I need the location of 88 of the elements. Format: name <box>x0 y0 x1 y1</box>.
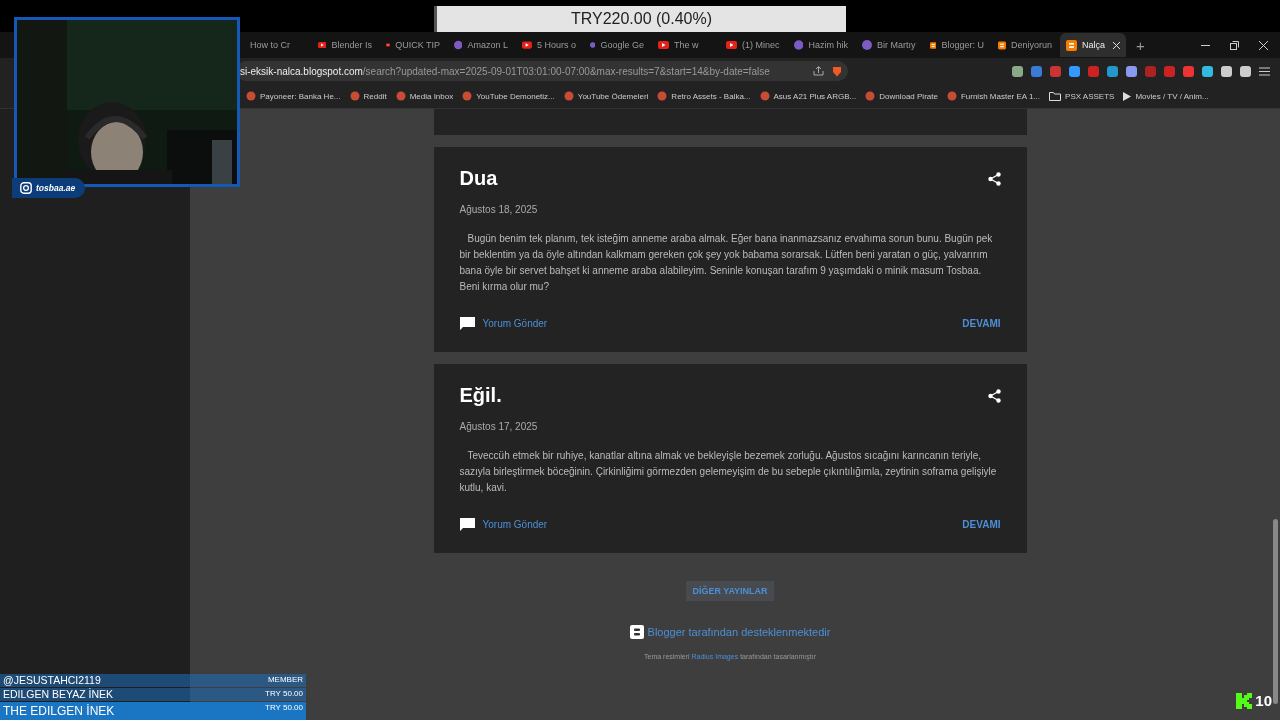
extension-icon[interactable] <box>1107 65 1118 77</box>
close-icon[interactable] <box>1259 40 1268 50</box>
site-icon <box>395 91 406 101</box>
site-icon <box>759 91 770 101</box>
folder-icon <box>1049 91 1062 101</box>
browser-tab[interactable]: 5 Hours o <box>516 33 582 57</box>
site-icon <box>246 91 256 101</box>
share-icon[interactable] <box>987 388 1001 403</box>
bookmark[interactable]: Asus A21 Plus ARGB... <box>759 91 857 101</box>
support-amount: TRY 50.00 <box>265 688 303 699</box>
extension-icon[interactable] <box>1240 65 1251 77</box>
supporter-name: @JESUSTAHCI2119 <box>3 674 101 687</box>
new-tab-button[interactable]: + <box>1136 36 1145 54</box>
handle-text: tosbaa.ae <box>36 183 76 193</box>
blogger-icon <box>930 39 937 51</box>
site-icon <box>563 91 574 101</box>
blogger-icon <box>1066 39 1077 51</box>
menu-icon[interactable] <box>1259 66 1270 76</box>
play-icon <box>318 41 327 49</box>
bookmark[interactable]: Retro Assets - Balka... <box>657 91 751 101</box>
browser-tab[interactable]: Deniyorun <box>992 33 1058 57</box>
bookmark[interactable]: Reddit <box>349 91 387 101</box>
site-icon <box>454 40 463 50</box>
play-icon <box>386 41 391 49</box>
browser-tab[interactable]: How to Cr <box>244 33 310 57</box>
extension-icon[interactable] <box>1221 65 1232 77</box>
extension-icon[interactable] <box>1202 65 1213 77</box>
restore-icon[interactable] <box>1230 40 1239 50</box>
browser-tab[interactable]: Bir Martıy <box>856 33 922 57</box>
blogger-icon <box>998 39 1006 51</box>
instagram-icon <box>20 182 32 194</box>
play-icon <box>658 41 669 49</box>
browser-tab[interactable]: (1) Minec <box>720 33 786 57</box>
kick-icon <box>1236 692 1253 709</box>
bookmark[interactable]: YouTube Ödemeleri <box>563 91 649 101</box>
supporter-name: EDILGEN BEYAZ İNEK <box>3 688 114 701</box>
post-title: Eğil. <box>459 384 502 407</box>
play-icon <box>522 41 532 49</box>
minimize-icon[interactable] <box>1201 44 1210 46</box>
share-icon[interactable] <box>987 171 1001 186</box>
site-icon <box>657 91 668 101</box>
bookmark[interactable]: Media Inbox <box>395 91 454 101</box>
read-more-link[interactable]: DEVAMI <box>962 318 1001 329</box>
close-icon[interactable] <box>1113 41 1120 49</box>
bookmark[interactable]: Download Pirate <box>865 91 938 101</box>
site-icon <box>865 91 876 101</box>
shield-icon[interactable] <box>832 65 842 77</box>
bookmark[interactable]: PSX ASSETS <box>1049 91 1115 101</box>
comment-icon <box>459 317 475 330</box>
scrollbar-thumb[interactable] <box>1272 519 1278 704</box>
extension-icon[interactable] <box>1069 65 1080 77</box>
bookmark[interactable]: Furnish Master EA 1... <box>946 91 1041 101</box>
browser-tab[interactable]: Nalça <box>1060 33 1126 57</box>
supporter-name: THE EDILGEN İNEK <box>3 703 115 720</box>
browser-tab[interactable]: QUICK TIP <box>380 33 446 57</box>
post-text: Teveccüh etmek bir ruhiye, kanatlar altına almak ve bekleyişle bezemek zorluğu. Ağustos sıcağını karıncanın teriyle, sazıyla birleştirmek böceğinin. Çirkinliğimi görmezden gelemeyişim de bu sebeple çıkıntılığımla, zeytinin soframa gelişiyle kutlu, kavi. <box>459 449 998 495</box>
extension-icon[interactable] <box>1126 65 1137 77</box>
browser-tab[interactable]: Google Ge <box>584 33 650 57</box>
donation-goal: TRY220.00 (0.40%) <box>434 6 846 32</box>
site-icon <box>590 40 596 50</box>
play-icon <box>726 41 737 49</box>
bookmark[interactable]: Movies / TV / Anim... <box>1123 91 1209 101</box>
browser-tab[interactable]: The w <box>652 33 718 57</box>
site-icon <box>462 91 473 101</box>
extension-icon[interactable] <box>1012 65 1023 77</box>
bookmark[interactable]: Payoneer: Banka He... <box>246 91 341 101</box>
browser-tab[interactable]: Hazim hik <box>788 33 854 57</box>
site-icon <box>862 40 872 50</box>
browser-tab[interactable]: Blogger: U <box>924 33 990 57</box>
bookmark[interactable]: YouTube Demonetiz... <box>462 91 555 101</box>
post-date: Ağustos 18, 2025 <box>459 204 539 215</box>
post-title: Dua <box>459 167 498 190</box>
post-text: Bugün benim tek planım, tek isteğim anneme araba almak. Eğer bana inanmazsanız ervahıma sorun bunu. Bugün pek bir beklentim ya da öyle altından kalkmam gereken çok şey yok babama sorarsak. Lütfen beni yaratan o güç, yalvarırım bana öyle bir servet bahşet ki anneme araba alabileyim. Seninle konuşan tarafım 9 yaşımdaki o minik masum Tosbaa. Beni kırma olur mu? <box>459 232 994 294</box>
browser-tab[interactable]: Blender Is <box>312 33 378 57</box>
comment-link[interactable]: Yorum Gönder <box>459 317 548 330</box>
play-icon <box>1123 91 1132 101</box>
comment-link[interactable]: Yorum Gönder <box>459 518 548 531</box>
site-icon <box>794 40 804 50</box>
browser-tab[interactable]: Amazon L <box>448 33 514 57</box>
read-more-link[interactable]: DEVAMI <box>962 519 1001 530</box>
comment-icon <box>459 518 475 531</box>
post-date: Ağustos 17, 2025 <box>459 421 539 432</box>
viewer-count: 10 <box>1255 692 1272 709</box>
support-amount: MEMBER <box>267 674 303 685</box>
site-icon <box>349 91 360 101</box>
support-amount: TRY 50.00 <box>265 702 303 713</box>
blogger-icon <box>629 625 644 639</box>
site-icon <box>946 91 957 101</box>
